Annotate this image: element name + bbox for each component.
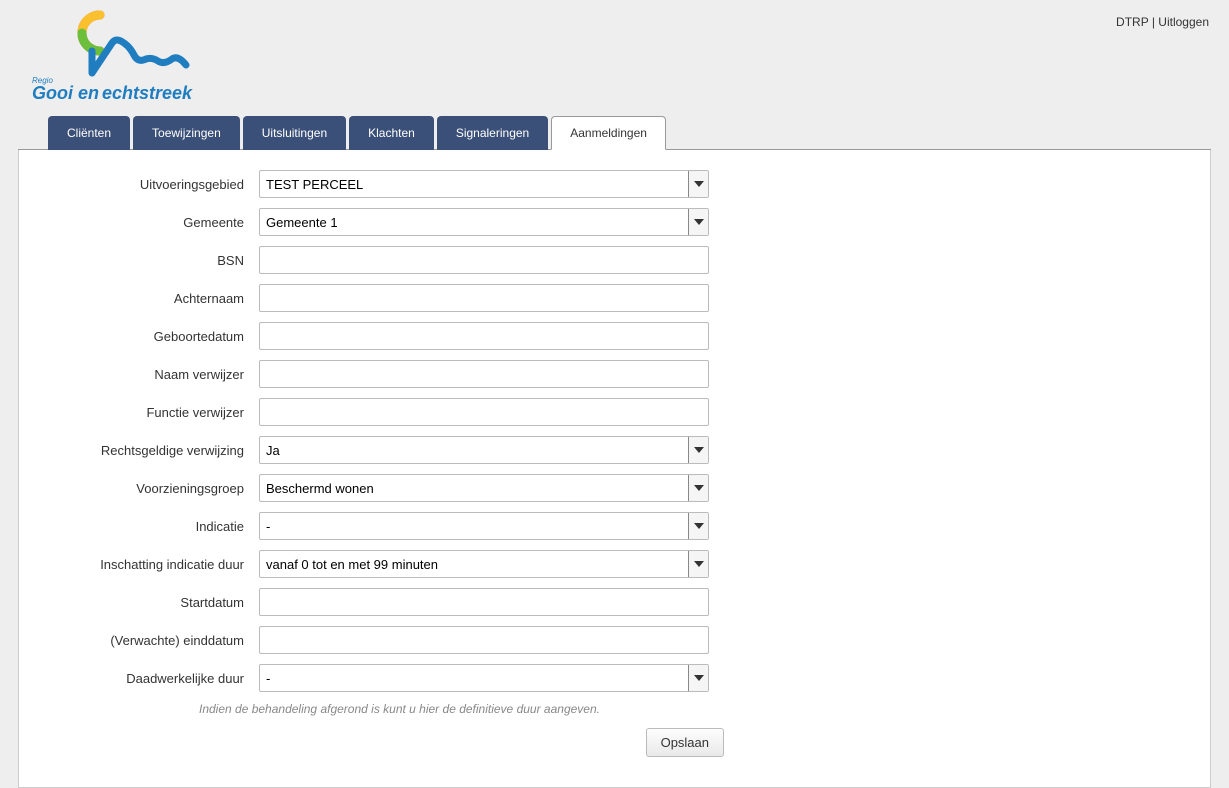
row-naam-verwijzer: Naam verwijzer — [49, 360, 1180, 388]
logout-link[interactable]: Uitloggen — [1158, 15, 1209, 29]
daadwerkelijke-duur-select[interactable]: - — [259, 664, 709, 692]
select-wrap: Gemeente 1 — [259, 208, 709, 236]
label-indicatie: Indicatie — [49, 519, 259, 534]
uitvoeringsgebied-select[interactable]: TEST PERCEEL — [259, 170, 709, 198]
label-uitvoeringsgebied: Uitvoeringsgebied — [49, 177, 259, 192]
user-label: DTRP — [1116, 15, 1148, 29]
row-verwachte-einddatum: (Verwachte) einddatum — [49, 626, 1180, 654]
label-rechtsgeldige-verwijzing: Rechtsgeldige verwijzing — [49, 443, 259, 458]
separator: | — [1149, 15, 1159, 29]
tab-clienten[interactable]: Cliënten — [48, 116, 130, 150]
inschatting-indicatie-duur-select[interactable]: vanaf 0 tot en met 99 minuten — [259, 550, 709, 578]
tab-bar: Cliënten Toewijzingen Uitsluitingen Klac… — [18, 115, 1211, 150]
select-wrap: vanaf 0 tot en met 99 minuten — [259, 550, 709, 578]
label-inschatting-indicatie-duur: Inschatting indicatie duur — [49, 557, 259, 572]
row-voorzieningsgroep: Voorzieningsgroep Beschermd wonen — [49, 474, 1180, 502]
form-panel: Uitvoeringsgebied TEST PERCEEL Gemeente … — [18, 150, 1211, 788]
label-verwachte-einddatum: (Verwachte) einddatum — [49, 633, 259, 648]
bsn-input[interactable] — [259, 246, 709, 274]
select-wrap: TEST PERCEEL — [259, 170, 709, 198]
svg-text:Gooi en: Gooi en — [32, 83, 99, 103]
row-uitvoeringsgebied: Uitvoeringsgebied TEST PERCEEL — [49, 170, 1180, 198]
gemeente-select[interactable]: Gemeente 1 — [259, 208, 709, 236]
logo: Regio Gooi en echtstreek — [30, 5, 200, 115]
row-functie-verwijzer: Functie verwijzer — [49, 398, 1180, 426]
page-header: Regio Gooi en echtstreek DTRP | Uitlogge… — [0, 0, 1229, 115]
label-voorzieningsgroep: Voorzieningsgroep — [49, 481, 259, 496]
select-wrap: - — [259, 664, 709, 692]
tab-toewijzingen[interactable]: Toewijzingen — [133, 116, 240, 150]
label-daadwerkelijke-duur: Daadwerkelijke duur — [49, 671, 259, 686]
row-rechtsgeldige-verwijzing: Rechtsgeldige verwijzing Ja — [49, 436, 1180, 464]
geboortedatum-input[interactable] — [259, 322, 709, 350]
verwachte-einddatum-input[interactable] — [259, 626, 709, 654]
tab-uitsluitingen[interactable]: Uitsluitingen — [243, 116, 346, 150]
label-achternaam: Achternaam — [49, 291, 259, 306]
row-indicatie: Indicatie - — [49, 512, 1180, 540]
row-inschatting-indicatie-duur: Inschatting indicatie duur vanaf 0 tot e… — [49, 550, 1180, 578]
label-bsn: BSN — [49, 253, 259, 268]
row-gemeente: Gemeente Gemeente 1 — [49, 208, 1180, 236]
tab-klachten[interactable]: Klachten — [349, 116, 434, 150]
row-bsn: BSN — [49, 246, 1180, 274]
svg-text:echtstreek: echtstreek — [102, 83, 193, 103]
tab-aanmeldingen[interactable]: Aanmeldingen — [551, 116, 666, 150]
save-button[interactable]: Opslaan — [646, 728, 724, 757]
select-wrap: Beschermd wonen — [259, 474, 709, 502]
label-functie-verwijzer: Functie verwijzer — [49, 405, 259, 420]
button-row: Opslaan — [274, 728, 724, 757]
label-gemeente: Gemeente — [49, 215, 259, 230]
row-geboortedatum: Geboortedatum — [49, 322, 1180, 350]
functie-verwijzer-input[interactable] — [259, 398, 709, 426]
indicatie-select[interactable]: - — [259, 512, 709, 540]
select-wrap: - — [259, 512, 709, 540]
row-achternaam: Achternaam — [49, 284, 1180, 312]
startdatum-input[interactable] — [259, 588, 709, 616]
label-startdatum: Startdatum — [49, 595, 259, 610]
label-geboortedatum: Geboortedatum — [49, 329, 259, 344]
user-bar: DTRP | Uitloggen — [1116, 5, 1209, 29]
achternaam-input[interactable] — [259, 284, 709, 312]
rechtsgeldige-verwijzing-select[interactable]: Ja — [259, 436, 709, 464]
tab-signaleringen[interactable]: Signaleringen — [437, 116, 548, 150]
row-startdatum: Startdatum — [49, 588, 1180, 616]
label-naam-verwijzer: Naam verwijzer — [49, 367, 259, 382]
naam-verwijzer-input[interactable] — [259, 360, 709, 388]
select-wrap: Ja — [259, 436, 709, 464]
row-daadwerkelijke-duur: Daadwerkelijke duur - — [49, 664, 1180, 692]
voorzieningsgroep-select[interactable]: Beschermd wonen — [259, 474, 709, 502]
help-text: Indien de behandeling afgerond is kunt u… — [199, 702, 1180, 716]
